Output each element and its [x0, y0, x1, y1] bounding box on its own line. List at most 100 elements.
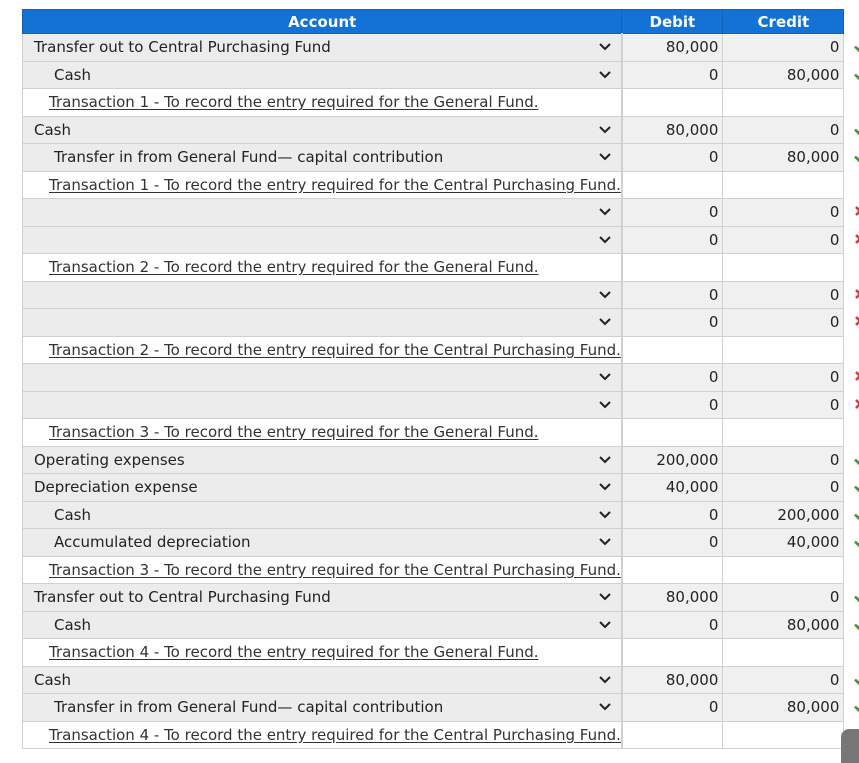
account-select[interactable]: Cash — [21, 665, 623, 694]
account-select[interactable]: Operating expenses — [21, 445, 623, 474]
account-select[interactable]: Transfer out to Central Purchasing Fund — [21, 33, 623, 62]
account-select[interactable]: Depreciation expense — [21, 473, 623, 502]
chevron-down-icon[interactable] — [595, 618, 615, 632]
account-select[interactable]: Transfer in from General Fund— capital c… — [21, 143, 623, 172]
account-select[interactable] — [21, 225, 623, 254]
credit-cell-empty — [722, 88, 845, 117]
account-select[interactable] — [21, 363, 623, 392]
chevron-down-icon[interactable] — [595, 315, 615, 329]
cross-icon — [849, 232, 859, 250]
account-select[interactable]: Accumulated depreciation — [21, 528, 623, 557]
credit-input[interactable]: 200,000 — [722, 500, 859, 529]
debit-input[interactable]: 0 — [621, 390, 724, 419]
credit-input[interactable]: 80,000 — [722, 60, 859, 89]
credit-input[interactable]: 0 — [722, 583, 859, 612]
check-icon — [849, 699, 859, 717]
journal-entry-row: Transfer in from General Fund— capital c… — [21, 693, 859, 722]
account-select[interactable]: Transfer out to Central Purchasing Fund — [21, 583, 623, 612]
scrollbar-thumb[interactable] — [841, 729, 859, 763]
debit-input[interactable]: 0 — [621, 198, 724, 227]
debit-value: 0 — [708, 203, 719, 222]
debit-input[interactable]: 0 — [621, 225, 724, 254]
journal-entry-row: Cash 80,000 0 — [21, 665, 859, 694]
transaction-note-row: Transaction 3 - To record the entry requ… — [21, 555, 845, 584]
chevron-down-icon[interactable] — [595, 288, 615, 302]
account-select[interactable]: Cash — [21, 115, 623, 144]
debit-input[interactable]: 80,000 — [621, 665, 724, 694]
credit-input[interactable]: 80,000 — [722, 143, 859, 172]
chevron-down-icon[interactable] — [595, 233, 615, 247]
credit-input[interactable]: 0 — [722, 473, 859, 502]
credit-cell-empty — [722, 170, 845, 199]
chevron-down-icon[interactable] — [595, 480, 615, 494]
account-select-value: Accumulated depreciation — [54, 533, 251, 552]
credit-input[interactable]: 0 — [722, 665, 859, 694]
chevron-down-icon[interactable] — [595, 123, 615, 137]
credit-cell-empty — [722, 638, 845, 667]
chevron-down-icon[interactable] — [595, 205, 615, 219]
credit-column-header: Credit — [722, 9, 845, 34]
check-icon — [849, 507, 859, 525]
journal-entry-row: Cash 0 80,000 — [21, 610, 859, 639]
credit-input[interactable]: 0 — [722, 445, 859, 474]
credit-input[interactable]: 0 — [722, 115, 859, 144]
credit-input[interactable]: 40,000 — [722, 528, 859, 557]
debit-input[interactable]: 0 — [621, 500, 724, 529]
account-select[interactable] — [21, 308, 623, 337]
credit-input[interactable]: 0 — [722, 225, 859, 254]
debit-column-header: Debit — [621, 9, 724, 34]
account-select[interactable]: Transfer in from General Fund— capital c… — [21, 693, 623, 722]
debit-input[interactable]: 0 — [621, 280, 724, 309]
chevron-down-icon[interactable] — [595, 453, 615, 467]
debit-input[interactable]: 0 — [621, 363, 724, 392]
debit-input[interactable]: 80,000 — [621, 115, 724, 144]
credit-value: 0 — [829, 395, 840, 414]
credit-input[interactable]: 80,000 — [722, 693, 859, 722]
credit-input[interactable]: 0 — [722, 33, 859, 62]
chevron-down-icon[interactable] — [595, 535, 615, 549]
debit-input[interactable]: 0 — [621, 610, 724, 639]
chevron-down-icon[interactable] — [595, 40, 615, 54]
debit-input[interactable]: 80,000 — [621, 33, 724, 62]
credit-value: 0 — [829, 203, 840, 222]
debit-input[interactable]: 80,000 — [621, 583, 724, 612]
account-select[interactable] — [21, 280, 623, 309]
credit-input[interactable]: 0 — [722, 198, 859, 227]
account-select-value: Transfer in from General Fund— capital c… — [54, 148, 444, 167]
cross-icon — [849, 314, 859, 332]
chevron-down-icon[interactable] — [595, 370, 615, 384]
debit-input[interactable]: 0 — [621, 60, 724, 89]
credit-input[interactable]: 0 — [722, 363, 859, 392]
debit-input[interactable]: 0 — [621, 693, 724, 722]
account-select[interactable]: Cash — [21, 610, 623, 639]
debit-input[interactable]: 0 — [621, 528, 724, 557]
account-select-value: Operating expenses — [34, 450, 185, 469]
debit-input[interactable]: 40,000 — [621, 473, 724, 502]
chevron-down-icon[interactable] — [595, 398, 615, 412]
debit-cell-empty — [621, 638, 724, 667]
debit-value: 40,000 — [665, 478, 719, 497]
credit-value: 0 — [829, 670, 840, 689]
chevron-down-icon[interactable] — [595, 700, 615, 714]
account-select[interactable]: Cash — [21, 60, 623, 89]
debit-cell-empty — [621, 720, 724, 749]
debit-input[interactable]: 0 — [621, 308, 724, 337]
credit-input[interactable]: 0 — [722, 308, 859, 337]
check-icon — [849, 67, 859, 85]
credit-input[interactable]: 0 — [722, 390, 859, 419]
debit-input[interactable]: 200,000 — [621, 445, 724, 474]
chevron-down-icon[interactable] — [595, 508, 615, 522]
debit-input[interactable]: 0 — [621, 143, 724, 172]
chevron-down-icon[interactable] — [595, 673, 615, 687]
chevron-down-icon[interactable] — [595, 68, 615, 82]
account-select[interactable] — [21, 390, 623, 419]
chevron-down-icon[interactable] — [595, 590, 615, 604]
credit-input[interactable]: 80,000 — [722, 610, 859, 639]
credit-input[interactable]: 0 — [722, 280, 859, 309]
account-select[interactable]: Cash — [21, 500, 623, 529]
chevron-down-icon[interactable] — [595, 150, 615, 164]
check-icon — [849, 534, 859, 552]
debit-value: 80,000 — [665, 588, 719, 607]
account-select[interactable] — [21, 198, 623, 227]
journal-entry-row: 00 — [21, 363, 859, 392]
